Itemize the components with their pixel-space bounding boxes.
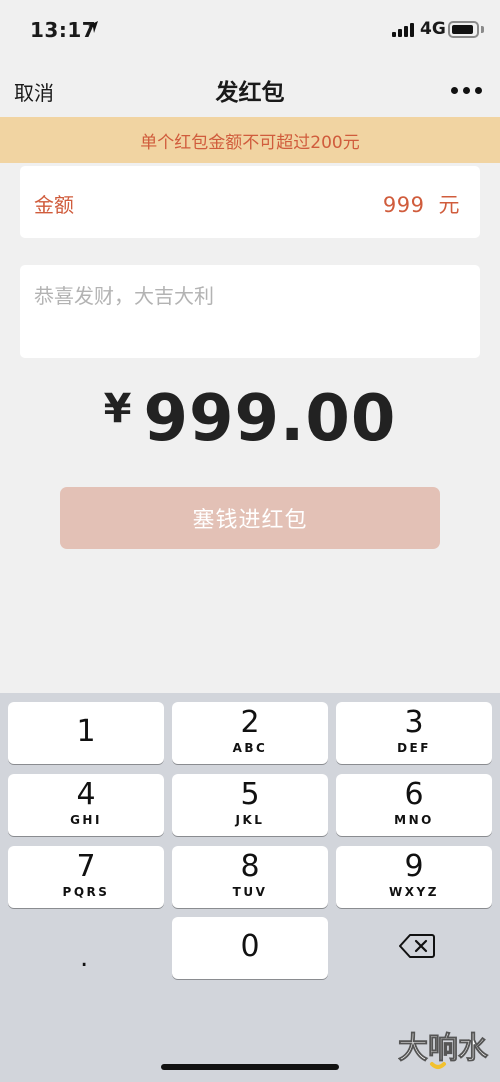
limit-notice: 单个红包金额不可超过200元 (0, 117, 500, 163)
key-letters: GHI (70, 813, 102, 827)
key-letters: TUV (232, 885, 268, 899)
key-digit: 1 (76, 714, 96, 749)
amount-value[interactable]: 999 元 (383, 189, 460, 219)
put-money-button[interactable]: 塞钱进红包 (60, 487, 440, 549)
location-arrow-icon (88, 21, 98, 33)
key-digit: 0 (240, 929, 260, 964)
key-letters: ABC (232, 741, 268, 755)
key-digit: 7 (76, 849, 96, 884)
key-letters: WXYZ (389, 885, 439, 899)
blessing-message-field[interactable]: 恭喜发财，大吉大利 (20, 265, 480, 358)
page-title: 发红包 (215, 80, 285, 106)
key-9[interactable]: 9 WXYZ (336, 846, 492, 908)
key-6[interactable]: 6 MNO (336, 774, 492, 836)
watermark-logo: 大响水 (398, 1031, 489, 1069)
signal-icon (392, 23, 414, 37)
currency-symbol: ¥ (103, 386, 132, 432)
key-5[interactable]: 5 JKL (172, 774, 328, 836)
battery-icon (448, 21, 479, 38)
backspace-icon[interactable] (399, 933, 435, 959)
key-digit: 4 (76, 777, 96, 812)
key-digit: 8 (240, 849, 260, 884)
total-amount-display: ¥999.00 (0, 382, 500, 456)
total-amount: 999.00 (143, 382, 397, 456)
svg-text:大响水: 大响水 (398, 1031, 489, 1066)
nav-bar: 取消 发红包 (0, 60, 500, 116)
key-digit: 5 (240, 777, 260, 812)
home-indicator[interactable] (161, 1064, 339, 1070)
amount-field[interactable]: 金额 999 元 (20, 166, 480, 238)
key-1[interactable]: 1 (8, 702, 164, 764)
key-digit: 3 (404, 705, 424, 740)
key-decimal-point[interactable]: . (80, 943, 88, 973)
key-4[interactable]: 4 GHI (8, 774, 164, 836)
amount-unit: 元 (438, 193, 460, 217)
key-0[interactable]: 0 (172, 917, 328, 979)
battery-cap (481, 26, 484, 33)
blessing-placeholder: 恭喜发财，大吉大利 (34, 284, 214, 308)
key-letters: DEF (397, 741, 431, 755)
key-7[interactable]: 7 PQRS (8, 846, 164, 908)
key-digit: 9 (404, 849, 424, 884)
key-letters: JKL (235, 813, 265, 827)
key-2[interactable]: 2 ABC (172, 702, 328, 764)
key-8[interactable]: 8 TUV (172, 846, 328, 908)
amount-label: 金额 (34, 193, 74, 217)
key-digit: 6 (404, 777, 424, 812)
more-options-icon[interactable] (451, 87, 483, 95)
key-letters: MNO (394, 813, 434, 827)
amount-number: 999 (382, 193, 425, 217)
network-type: 4G (420, 19, 446, 39)
status-bar: 13:17 4G (0, 0, 500, 60)
key-letters: PQRS (62, 885, 110, 899)
key-3[interactable]: 3 DEF (336, 702, 492, 764)
key-digit: 2 (240, 705, 260, 740)
